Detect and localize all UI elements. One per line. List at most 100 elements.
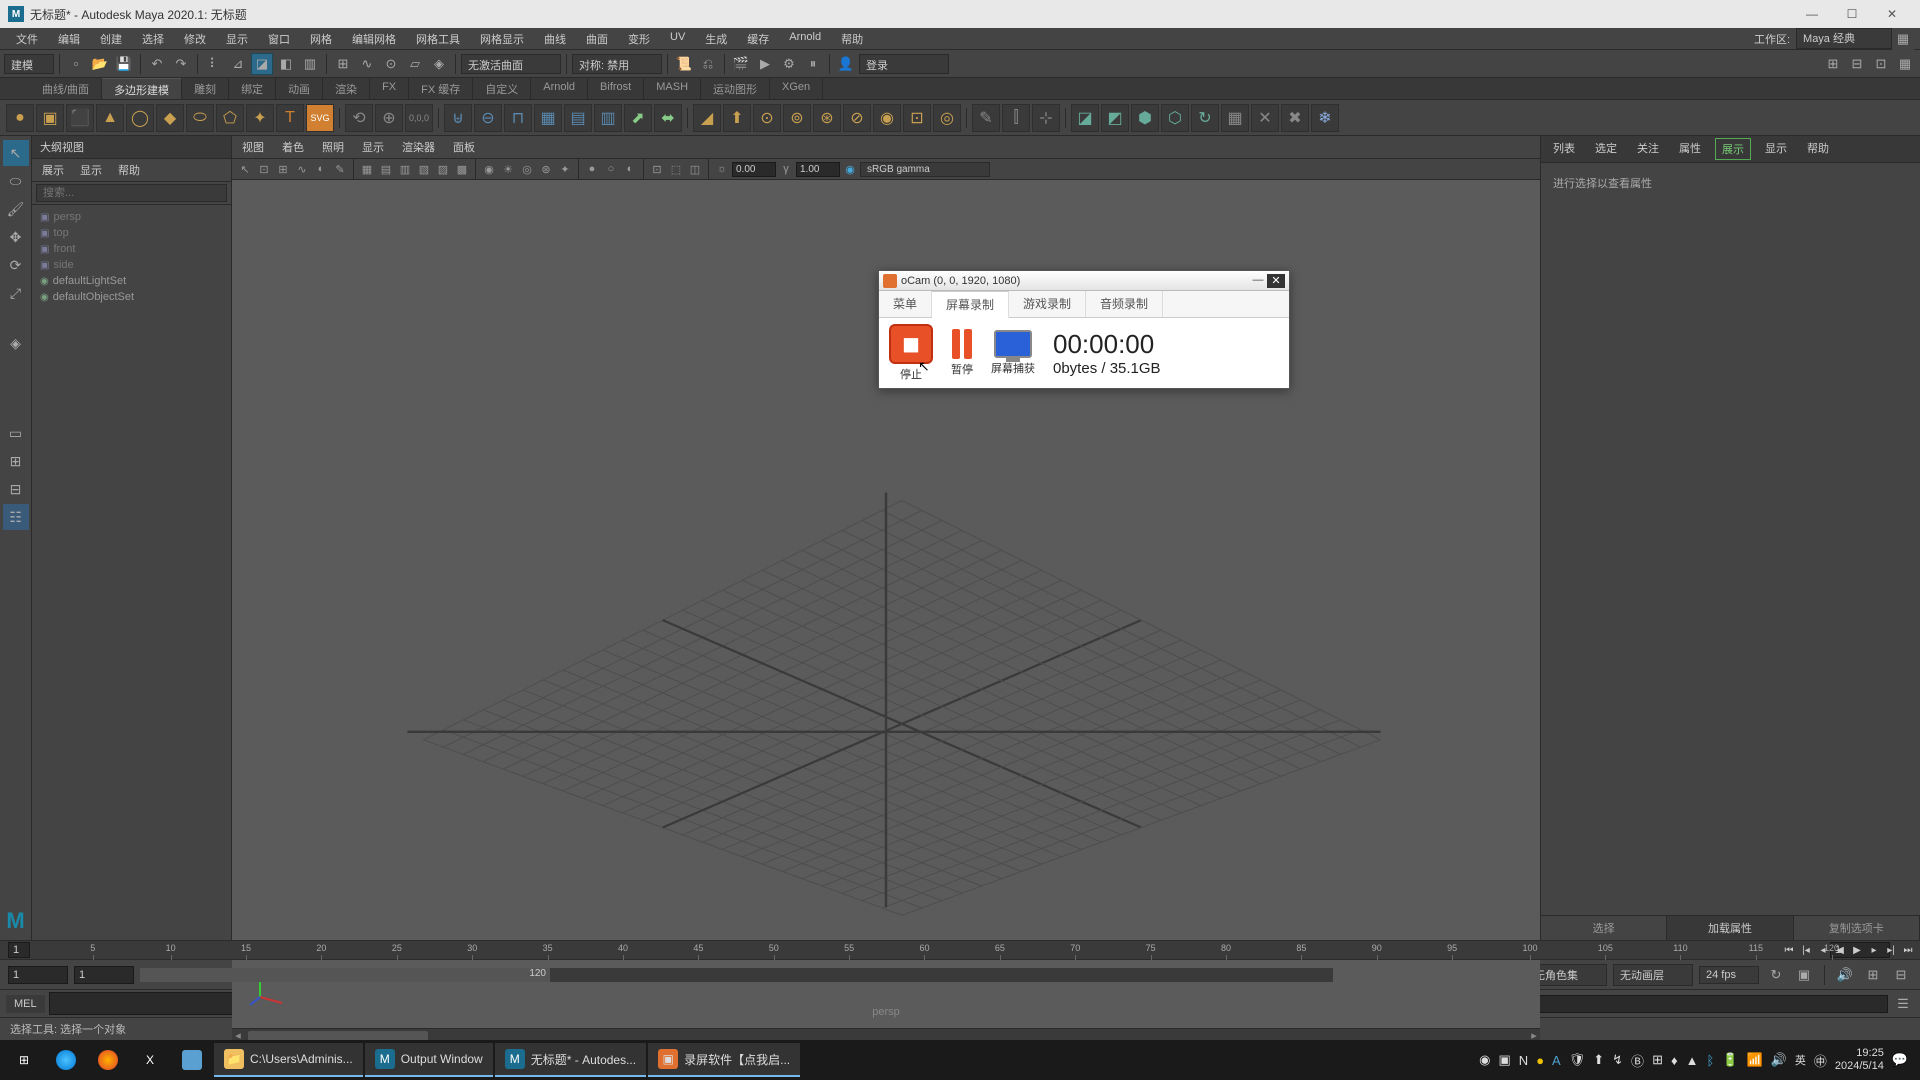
boolean-intersect-icon[interactable]: ⊓	[504, 104, 532, 132]
vp-icon[interactable]: ◐	[621, 160, 639, 178]
connect-icon[interactable]: ⊹	[1032, 104, 1060, 132]
menu-item[interactable]: 网格显示	[470, 28, 534, 49]
vp-icon[interactable]: ✎	[331, 160, 349, 178]
ocam-capture-button[interactable]: 屏幕捕获	[991, 330, 1035, 376]
outliner-item[interactable]: ◉defaultLightSet	[38, 273, 225, 289]
menu-item[interactable]: 缓存	[737, 28, 779, 49]
exposure-input[interactable]	[732, 162, 776, 177]
ocam-tab[interactable]: 菜单	[879, 291, 932, 317]
step-back-icon[interactable]: ◂	[1815, 942, 1831, 958]
menu-item[interactable]: 显示	[216, 28, 258, 49]
step-back-key-icon[interactable]: |◂	[1798, 942, 1814, 958]
uncrease-icon[interactable]: ✖	[1281, 104, 1309, 132]
tray-battery-icon[interactable]: 🔋	[1722, 1052, 1738, 1068]
vp-icon[interactable]: ⊡	[648, 160, 666, 178]
render-icon[interactable]: 🎬	[730, 53, 752, 75]
tray-clock[interactable]: 19:25 2024/5/14	[1835, 1047, 1884, 1073]
colorspace-dropdown[interactable]: sRGB gamma	[860, 162, 990, 177]
sphere2-icon[interactable]: ◎	[933, 104, 961, 132]
pause-icon[interactable]: ⏸	[802, 53, 824, 75]
new-scene-icon[interactable]: ▫	[65, 53, 87, 75]
tray-notifications-icon[interactable]: 💬	[1892, 1052, 1908, 1068]
select-face-icon[interactable]: ◪	[251, 53, 273, 75]
shelf-tab[interactable]: FX 缓存	[409, 78, 473, 99]
shelf-tab[interactable]: 自定义	[473, 78, 531, 99]
select-vertex-icon[interactable]: ⠇	[203, 53, 225, 75]
poly-star-icon[interactable]: ✦	[246, 104, 274, 132]
ocam-tab[interactable]: 游戏录制	[1009, 291, 1086, 317]
shelf-tab[interactable]: 雕刻	[182, 78, 229, 99]
play-back-icon[interactable]: ◀	[1832, 942, 1848, 958]
login-dropdown[interactable]: 登录	[859, 54, 949, 74]
snap-plane-icon[interactable]: ▱	[404, 53, 426, 75]
sculpt4-icon[interactable]: ⬡	[1161, 104, 1189, 132]
snap-point-icon[interactable]: ⊙	[380, 53, 402, 75]
shelf-tab[interactable]: 曲线/曲面	[30, 78, 102, 99]
sculpt1-icon[interactable]: ◪	[1071, 104, 1099, 132]
wireframe-icon[interactable]: ⊡	[903, 104, 931, 132]
outliner-menu-item[interactable]: 帮助	[114, 161, 144, 179]
vp-icon[interactable]: ◫	[686, 160, 704, 178]
tray-icon[interactable]: A	[1552, 1053, 1561, 1068]
ocam-titlebar[interactable]: oCam (0, 0, 1920, 1080) — ✕	[879, 271, 1289, 291]
layout-out-icon[interactable]: ☷	[3, 504, 29, 530]
poly-platonic-icon[interactable]: ⬠	[216, 104, 244, 132]
undo-icon[interactable]: ↶	[146, 53, 168, 75]
poly-cone-icon[interactable]: ▲	[96, 104, 124, 132]
tray-ime[interactable]: 英	[1795, 1052, 1806, 1068]
merge-icon[interactable]: ⊙	[753, 104, 781, 132]
tray-icon[interactable]: N	[1519, 1053, 1528, 1068]
grid-icon[interactable]: ▦	[1221, 104, 1249, 132]
menu-item[interactable]: 编辑网格	[342, 28, 406, 49]
shelf-tab[interactable]: Arnold	[531, 78, 588, 99]
poly-svg-icon[interactable]: SVG	[306, 104, 334, 132]
poly-text-icon[interactable]: T	[276, 104, 304, 132]
sculpt3-icon[interactable]: ⬢	[1131, 104, 1159, 132]
vp-icon[interactable]: ◉	[480, 160, 498, 178]
time-ticks[interactable]: 5101520253035404550556065707580859095100…	[30, 941, 1824, 959]
vp-icon[interactable]: ▨	[434, 160, 452, 178]
ocam-close-button[interactable]: ✕	[1267, 274, 1285, 288]
vp-icon[interactable]: ∿	[293, 160, 311, 178]
outliner-item[interactable]: ▣persp	[38, 209, 225, 225]
detach-icon[interactable]: ⊘	[843, 104, 871, 132]
audio-icon[interactable]: 🔊	[1834, 964, 1856, 986]
boolean-diff-icon[interactable]: ⊖	[474, 104, 502, 132]
ocam-minimize-button[interactable]: —	[1249, 274, 1267, 288]
snowflake-icon[interactable]: ❄	[1311, 104, 1339, 132]
module-selector[interactable]: 建模	[4, 54, 54, 74]
taskbar-explorer[interactable]: 📁C:\Users\Adminis...	[214, 1043, 363, 1077]
tray-icon[interactable]: 🛡	[1569, 1052, 1586, 1068]
rp-footer-btn[interactable]: 选择	[1541, 916, 1667, 940]
poly-sphere-icon[interactable]: ●	[6, 104, 34, 132]
rp-footer-btn[interactable]: 加载属性	[1667, 916, 1793, 940]
taskbar-x[interactable]: X	[130, 1043, 170, 1077]
vp-icon[interactable]: ◎	[518, 160, 536, 178]
poly-cylinder-icon[interactable]: ⬛	[66, 104, 94, 132]
taskbar-ocam[interactable]: ▣录屏软件【点我启...	[648, 1043, 800, 1077]
menu-item[interactable]: 创建	[90, 28, 132, 49]
outliner-menu-item[interactable]: 展示	[38, 161, 68, 179]
tray-icon[interactable]: ♦	[1671, 1053, 1678, 1068]
extrude2-icon[interactable]: ⬆	[723, 104, 751, 132]
rp-tab[interactable]: 显示	[1759, 138, 1793, 160]
loop-icon[interactable]: ↻	[1765, 964, 1787, 986]
range-start-inner[interactable]	[74, 966, 134, 984]
colorspace-icon[interactable]: ◉	[841, 160, 859, 178]
tray-icon[interactable]: ↯	[1612, 1052, 1623, 1068]
shelf-tab[interactable]: MASH	[644, 78, 701, 99]
menu-item[interactable]: 编辑	[48, 28, 90, 49]
maximize-button[interactable]: ☐	[1832, 2, 1872, 26]
taskbar-output-window[interactable]: MOutput Window	[365, 1043, 493, 1077]
timeslider-start[interactable]	[8, 942, 30, 958]
menu-item[interactable]: 窗口	[258, 28, 300, 49]
time-slider[interactable]: 5101520253035404550556065707580859095100…	[0, 940, 1920, 960]
smooth-icon[interactable]: ▦	[534, 104, 562, 132]
scale-tool-icon[interactable]: ⤢	[3, 280, 29, 306]
mirror-icon[interactable]: ⟲	[345, 104, 373, 132]
snap-live-icon[interactable]: ◈	[428, 53, 450, 75]
insert-edge-icon[interactable]: ⫿	[1002, 104, 1030, 132]
play-fwd-icon[interactable]: ▶	[1849, 942, 1865, 958]
ocam-pause-button[interactable]: 暂停	[951, 329, 973, 377]
workspace-icon[interactable]: ▦	[1892, 28, 1914, 50]
